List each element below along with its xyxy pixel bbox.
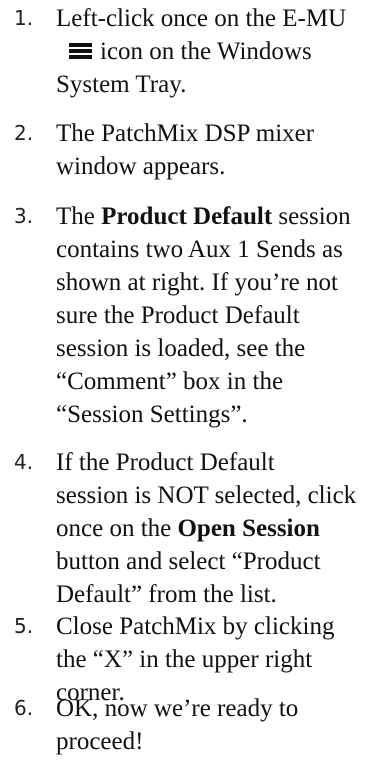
step-line: window appears.	[56, 153, 226, 180]
step-number: 6.	[14, 696, 34, 720]
step-line: Left-click once on the E-MU	[56, 5, 347, 32]
step-number: 1.	[14, 6, 34, 30]
step-text-run: The	[56, 203, 102, 230]
step-line: Default” from the list.	[56, 581, 277, 608]
step-line-with-icon: icon on the Windows	[56, 35, 386, 68]
emu-tray-icon	[69, 43, 92, 60]
step-line: System Tray.	[56, 71, 187, 98]
step-line: proceed!	[56, 728, 144, 755]
step-number: 4.	[14, 450, 34, 474]
step-line: session is NOT selected, click	[56, 482, 357, 509]
step-text: Left-click once on the E-MU icon on the …	[56, 2, 386, 101]
step-line: session is loaded, see the	[56, 335, 306, 362]
step-line: “Session Settings”.	[56, 401, 248, 428]
open-session-bold: Open Session	[177, 515, 320, 542]
step-number: 2.	[14, 121, 34, 145]
step-text-run: session	[272, 203, 351, 230]
step-line: The PatchMix DSP mixer	[56, 120, 315, 147]
product-default-bold: Product Default	[101, 203, 273, 230]
step-line: sure the Product Default	[56, 302, 300, 329]
step-line: button and select “Product	[56, 548, 321, 575]
step-text: The PatchMix DSP mixer window appears.	[56, 117, 386, 183]
step-text: If the Product Default session is NOT se…	[56, 446, 386, 611]
step-line: OK, now we’re ready to	[56, 695, 299, 722]
step-line: icon on the Windows	[100, 38, 312, 65]
step-line: the “X” in the upper right	[56, 646, 313, 673]
step-text: The Product Default session contains two…	[56, 200, 386, 431]
step-line: Close PatchMix by clicking	[56, 613, 335, 640]
step-line: contains two Aux 1 Sends as	[56, 236, 343, 263]
step-number: 3.	[14, 204, 34, 228]
step-text: OK, now we’re ready to proceed!	[56, 692, 386, 758]
step-line: The Product Default session	[56, 200, 386, 233]
step-line: If the Product Default	[56, 449, 275, 476]
step-text-run: once on the	[56, 515, 178, 542]
step-line: “Comment” box in the	[56, 368, 284, 395]
step-line: shown at right. If you’re not	[56, 269, 338, 296]
step-line: once on the Open Session	[56, 512, 386, 545]
step-number: 5.	[14, 614, 34, 638]
